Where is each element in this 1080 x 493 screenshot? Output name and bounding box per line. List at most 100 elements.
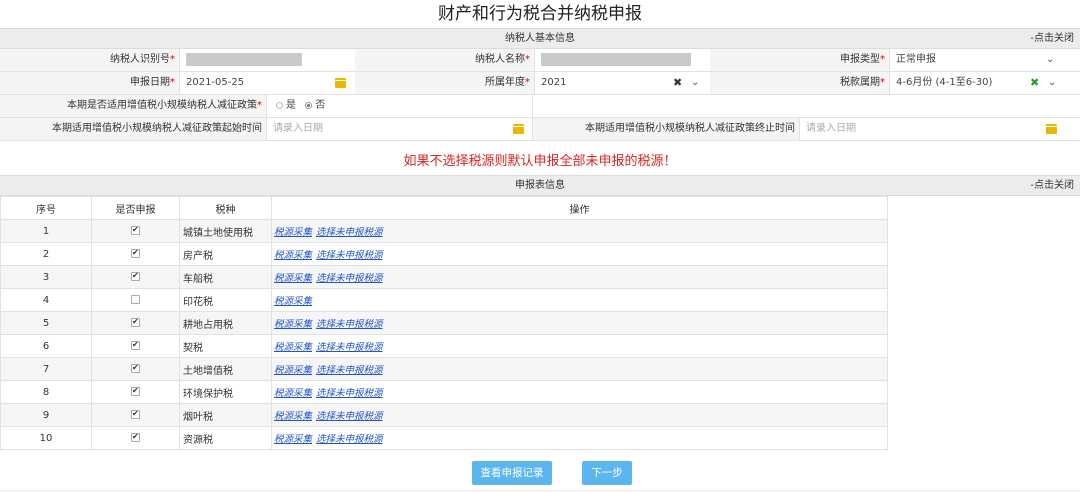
policy-end-input[interactable]: 请录入日期 (800, 118, 1080, 140)
clear-icon[interactable]: ✖ (1030, 72, 1039, 94)
row-operations: 税源采集 选择未申报税源 (271, 334, 888, 358)
row-index: 6 (0, 334, 92, 358)
row-index: 2 (0, 242, 92, 266)
policy-end-placeholder: 请录入日期 (806, 123, 856, 134)
policy-no-radio[interactable] (305, 101, 313, 109)
declare-checkbox[interactable] (131, 248, 140, 258)
row-index: 10 (0, 426, 92, 450)
row-declare-cell (91, 265, 180, 289)
collect-source-link[interactable]: 税源采集 (274, 434, 312, 445)
bottom-divider (0, 490, 1080, 491)
select-undeclared-source-link[interactable]: 选择未申报税源 (316, 273, 383, 284)
row-declare-cell (91, 219, 180, 243)
row-operations: 税源采集 选择未申报税源 (271, 403, 888, 427)
chevron-down-icon[interactable]: ⌄ (691, 72, 699, 94)
select-undeclared-source-link[interactable]: 选择未申报税源 (316, 227, 383, 238)
declare-checkbox[interactable] (131, 225, 140, 235)
decl-table-header: 申报表信息 -点击关闭 (0, 175, 1080, 196)
col-header-tax: 税种 (179, 196, 272, 220)
decl-date-input[interactable]: 2021-05-25 (180, 72, 355, 94)
next-step-button[interactable]: 下一步 (582, 461, 632, 485)
decl-table-title: 申报表信息 (515, 180, 565, 191)
decl-table-collapse-link[interactable]: -点击关闭 (1030, 176, 1074, 195)
period-label: 税款属期* (710, 72, 890, 94)
table-row: 4 印花税 税源采集 (0, 288, 888, 312)
table-row: 10 资源税税源采集选择未申报税源 (0, 426, 888, 450)
select-undeclared-source-link[interactable]: 选择未申报税源 (316, 434, 383, 445)
collect-source-link[interactable]: 税源采集 (274, 296, 312, 307)
col-header-declare: 是否申报 (91, 196, 180, 220)
table-row: 1 城镇土地使用税税源采集选择未申报税源 (0, 219, 888, 243)
row-operations: 税源采集 选择未申报税源 (271, 242, 888, 266)
select-undeclared-source-link[interactable]: 选择未申报税源 (316, 342, 383, 353)
policy-yes-radio[interactable] (276, 101, 283, 109)
row-tax-type: 房产税 (179, 242, 272, 266)
table-row: 6 契税税源采集选择未申报税源 (0, 334, 888, 358)
year-select[interactable]: 2021 ✖ ⌄ (535, 72, 710, 94)
collect-source-link[interactable]: 税源采集 (274, 388, 312, 399)
select-undeclared-source-link[interactable]: 选择未申报税源 (316, 319, 383, 330)
collect-source-link[interactable]: 税源采集 (274, 250, 312, 261)
declare-checkbox[interactable] (131, 432, 140, 442)
row-index: 3 (0, 265, 92, 289)
row-declare-cell (91, 357, 180, 381)
warning-message: 如果不选择税源则默认申报全部未申报的税源！ (403, 154, 677, 169)
declare-checkbox[interactable] (131, 386, 140, 396)
row-tax-type: 环境保护税 (179, 380, 272, 404)
policy-radio-group: 是 否 (267, 95, 533, 117)
taxpayer-name-field (535, 49, 710, 71)
collect-source-link[interactable]: 税源采集 (274, 365, 312, 376)
row-tax-type: 契税 (179, 334, 272, 358)
table-header-row: 序号 是否申报 税种 操作 (0, 196, 888, 220)
collect-source-link[interactable]: 税源采集 (274, 342, 312, 353)
taxpayer-name-redacted (541, 52, 691, 66)
declare-checkbox[interactable] (131, 295, 140, 304)
calendar-icon[interactable] (335, 78, 346, 88)
policy-start-input[interactable]: 请录入日期 (267, 118, 533, 140)
row-declare-cell (91, 311, 180, 335)
declare-checkbox[interactable] (131, 340, 140, 350)
taxpayer-name-label: 纳税人名称* (355, 49, 535, 71)
decl-type-value: 正常申报 (896, 54, 936, 65)
collect-source-link[interactable]: 税源采集 (274, 411, 312, 422)
collect-source-link[interactable]: 税源采集 (274, 273, 312, 284)
row-operations: 税源采集 选择未申报税源 (271, 265, 888, 289)
calendar-icon[interactable] (1046, 124, 1057, 134)
policy-start-placeholder: 请录入日期 (273, 123, 323, 134)
period-value: 4-6月份 (4-1至6-30) (896, 77, 993, 88)
select-undeclared-source-link[interactable]: 选择未申报税源 (316, 388, 383, 399)
col-header-index: 序号 (0, 196, 92, 220)
calendar-icon[interactable] (513, 124, 524, 134)
col-header-operation: 操作 (271, 196, 888, 220)
row-tax-type: 土地增值税 (179, 357, 272, 381)
basic-info-title: 纳税人基本信息 (505, 33, 575, 44)
declare-checkbox[interactable] (131, 363, 140, 373)
clear-icon[interactable]: ✖ (673, 72, 682, 94)
policy-label: 本期是否适用增值税小规模纳税人减征政策* (0, 95, 267, 117)
period-select[interactable]: 4-6月份 (4-1至6-30) ✖ ⌄ (890, 72, 1080, 94)
basic-info-collapse-link[interactable]: -点击关闭 (1030, 29, 1074, 48)
taxpayer-id-redacted (186, 52, 302, 66)
chevron-down-icon[interactable]: ⌄ (1048, 72, 1056, 94)
view-history-button[interactable]: 查看申报记录 (472, 461, 552, 485)
row-operations: 税源采集 选择未申报税源 (271, 311, 888, 335)
collect-source-link[interactable]: 税源采集 (274, 227, 312, 238)
table-row: 7 土地增值税税源采集选择未申报税源 (0, 357, 888, 381)
decl-type-select[interactable]: 正常申报 ⌄ (890, 49, 1080, 71)
row-index: 5 (0, 311, 92, 335)
chevron-down-icon[interactable]: ⌄ (1046, 49, 1054, 71)
select-undeclared-source-link[interactable]: 选择未申报税源 (316, 411, 383, 422)
collect-source-link[interactable]: 税源采集 (274, 319, 312, 330)
decl-table: 序号 是否申报 税种 操作 1城镇土地使用税税源采集选择未申报税源2房产税税源采… (0, 196, 888, 450)
select-undeclared-source-link[interactable]: 选择未申报税源 (316, 250, 383, 261)
table-row: 5 耕地占用税税源采集选择未申报税源 (0, 311, 888, 335)
declare-checkbox[interactable] (131, 409, 140, 419)
declare-checkbox[interactable] (131, 271, 140, 281)
row-declare-cell (91, 380, 180, 404)
row-declare-cell (91, 288, 180, 312)
row-index: 4 (0, 288, 92, 312)
select-undeclared-source-link[interactable]: 选择未申报税源 (316, 365, 383, 376)
row-index: 9 (0, 403, 92, 427)
taxpayer-id-field (180, 49, 355, 71)
declare-checkbox[interactable] (131, 317, 140, 327)
